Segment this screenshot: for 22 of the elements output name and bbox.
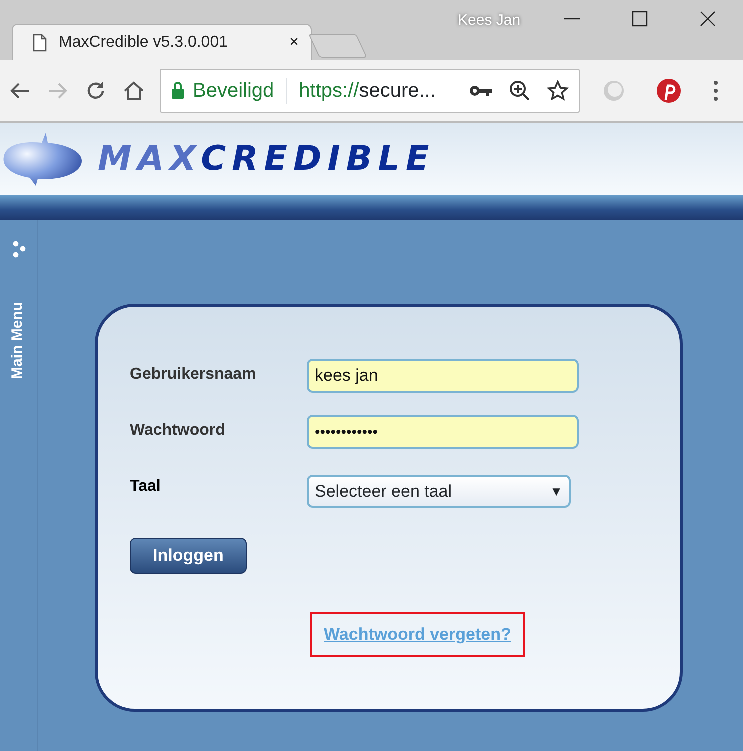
language-select[interactable]: Selecteer een taal ▼ [307,475,571,508]
login-button[interactable]: Inloggen [130,538,247,574]
field-label: Taal [130,477,162,497]
field-label: Gebruikersnaam [130,365,258,385]
logo-icon [2,131,84,187]
username-field[interactable]: kees jan [307,359,579,393]
password-field[interactable]: •••••••••••• [307,415,579,449]
security-label: Beveiligd [193,78,274,104]
document-icon [33,34,47,52]
logo-text: MAXCREDIBLE [98,138,436,180]
star-icon[interactable] [547,80,569,102]
tab-close-button[interactable]: × [290,30,299,54]
zoom-icon[interactable] [509,80,531,102]
address-bar[interactable]: Beveiligd https://secure... [160,68,580,112]
field-label: Wachtwoord [130,421,226,441]
url-text: https://secure... [299,78,437,104]
tab-title: MaxCredible v5.3.0.001 [59,32,229,52]
lock-icon [171,82,185,100]
menu-icon[interactable] [712,78,720,102]
pinterest-icon[interactable] [656,78,682,104]
browser-tab[interactable]: MaxCredible v5.3.0.001 × [12,24,312,60]
key-icon[interactable] [469,84,493,98]
